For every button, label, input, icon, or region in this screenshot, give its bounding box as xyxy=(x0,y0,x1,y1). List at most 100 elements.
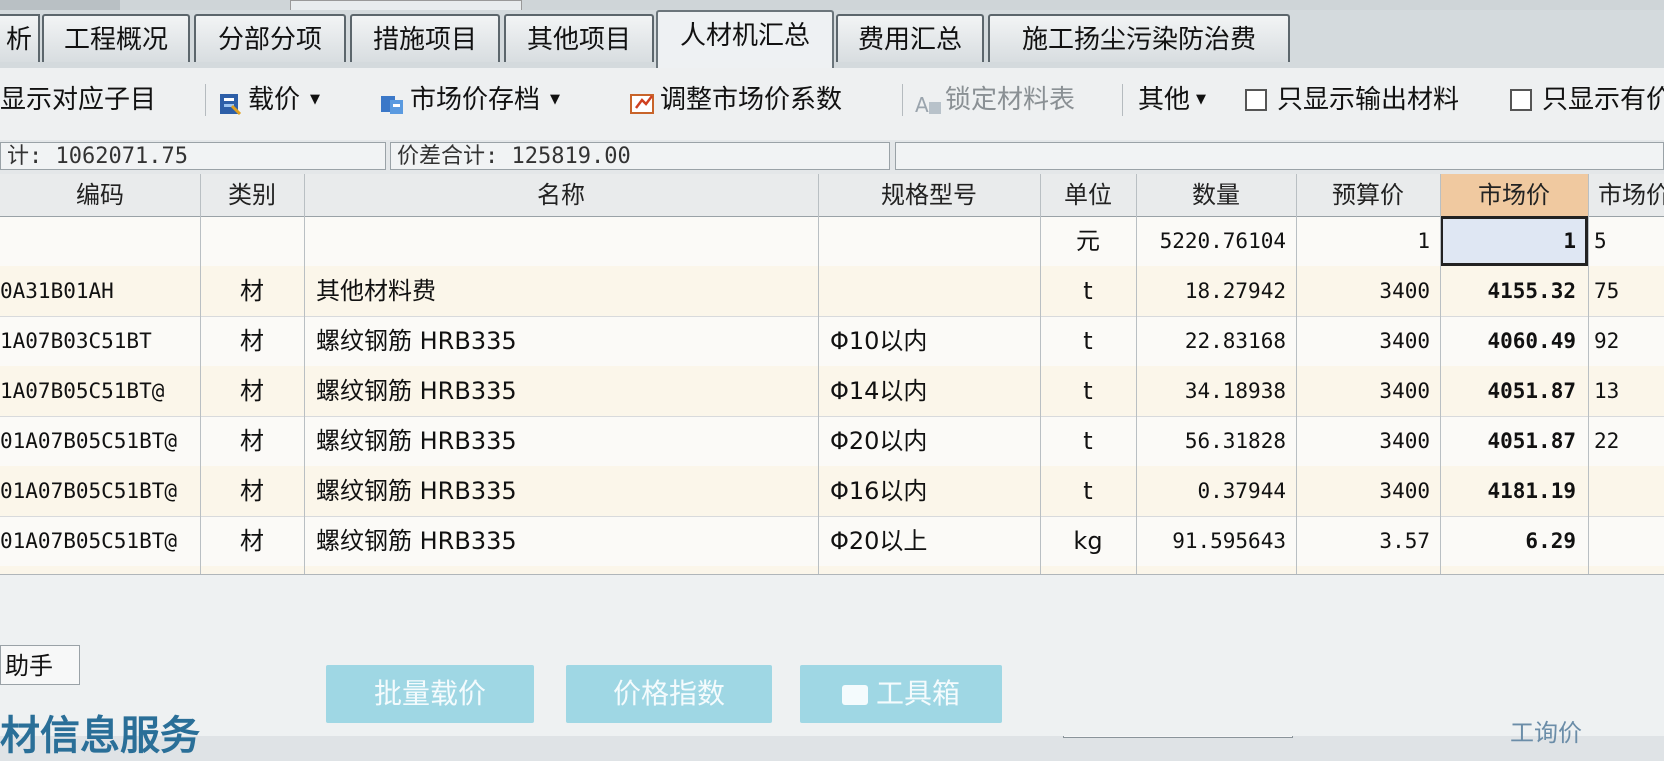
cell-type[interactable]: 材 xyxy=(200,466,304,516)
cell-type[interactable]: 材 xyxy=(200,316,304,366)
load-price-button[interactable]: 载价 ▼ xyxy=(218,80,320,120)
cell-code[interactable]: 01A07B05C51BT@ xyxy=(0,466,200,516)
cell-unit[interactable]: t xyxy=(1040,316,1136,366)
col-header-spec[interactable]: 规格型号 xyxy=(818,174,1040,216)
helper-tab[interactable]: 助手 xyxy=(0,645,80,685)
batch-load-price-button[interactable]: 批量载价 xyxy=(326,665,534,723)
col-header-type[interactable]: 类别 xyxy=(200,174,304,216)
cell-market-price[interactable]: 4060.49 xyxy=(1440,316,1588,366)
cell-unit[interactable]: 元 xyxy=(1040,216,1136,266)
cell-code[interactable]: 0A31B01AH xyxy=(0,266,200,316)
only-priced-checkbox-box[interactable] xyxy=(1510,89,1532,111)
cell-spec[interactable]: Φ16以内 xyxy=(818,466,1040,516)
tab-other-items[interactable]: 其他项目 xyxy=(504,14,654,62)
table-row[interactable]: 元 5220.76104 1 1 5 xyxy=(0,216,1664,267)
cell-budget-price[interactable]: 3400 xyxy=(1296,466,1440,516)
only-output-materials-checkbox[interactable]: 只显示输出材料 xyxy=(1245,80,1459,120)
tab-fee-summary[interactable]: 费用汇总 xyxy=(836,14,984,62)
cell-unit[interactable]: kg xyxy=(1040,516,1136,566)
toolbox-button[interactable]: 工具箱 xyxy=(800,665,1002,723)
market-price-archive-button[interactable]: 市场价存档 ▼ xyxy=(380,80,560,120)
table-row[interactable]: 01A07B05C51BT@ 材螺纹钢筋 HRB335 Φ20以内 t 56.31828… xyxy=(0,416,1664,467)
cell-name[interactable]: 螺纹钢筋 HRB335 xyxy=(304,516,818,566)
cell-name[interactable] xyxy=(304,216,818,266)
archive-dropdown-icon[interactable]: ▼ xyxy=(550,80,560,120)
cell-quantity[interactable]: 18.27942 xyxy=(1136,266,1296,316)
cell-market-price-2[interactable]: 22 xyxy=(1588,416,1664,466)
cell-name[interactable]: 螺纹钢筋 HRB335 xyxy=(304,466,818,516)
table-row[interactable]: 0A31B01AH 材其他材料费 t 18.27942 3400 4155.32 75 xyxy=(0,266,1664,317)
cell-market-price[interactable]: 1 xyxy=(1440,216,1588,266)
cell-market-price[interactable]: 4051.87 xyxy=(1440,366,1588,416)
cell-name[interactable]: 螺纹钢筋 HRB335 xyxy=(304,366,818,416)
tab-dust-pollution-fee[interactable]: 施工扬尘污染防治费 xyxy=(988,14,1290,62)
cell-budget-price[interactable]: 1 xyxy=(1296,216,1440,266)
cell-market-price[interactable]: 6.29 xyxy=(1440,516,1588,566)
adjust-coefficient-button[interactable]: 调整市场价系数 xyxy=(630,80,842,120)
tab-project-overview[interactable]: 工程概况 xyxy=(42,14,190,62)
cell-spec[interactable] xyxy=(818,216,1040,266)
inquiry-link[interactable]: 工询价 xyxy=(1510,713,1582,748)
col-header-budget-price[interactable]: 预算价 xyxy=(1296,174,1440,216)
col-header-unit[interactable]: 单位 xyxy=(1040,174,1136,216)
cell-unit[interactable]: t xyxy=(1040,466,1136,516)
tab-measures[interactable]: 措施项目 xyxy=(350,14,500,62)
table-row[interactable]: 01A07B05C51BT@ 材螺纹钢筋 HRB335 Φ20以上 kg 91.5956… xyxy=(0,516,1664,567)
cell-name[interactable]: 螺纹钢筋 HRB335 xyxy=(304,316,818,366)
lock-material-table-button[interactable]: A 锁定材料表 xyxy=(915,80,1075,120)
tab-sub-items[interactable]: 分部分项 xyxy=(194,14,346,62)
show-sub-items-button[interactable]: 显示对应子目 xyxy=(0,80,156,120)
table-row[interactable]: 01A07B05C51BT@ 材螺纹钢筋 HRB335 Φ16以内 t 0.37944 3… xyxy=(0,466,1664,517)
cell-market-price-2[interactable]: 75 xyxy=(1588,266,1664,316)
load-price-dropdown-icon[interactable]: ▼ xyxy=(310,80,320,120)
cell-name[interactable]: 其他材料费 xyxy=(304,266,818,316)
cell-type[interactable]: 材 xyxy=(200,366,304,416)
cell-code[interactable]: 1A07B05C51BT@ xyxy=(0,366,200,416)
cell-market-price-2[interactable] xyxy=(1588,466,1664,516)
col-header-quantity[interactable]: 数量 xyxy=(1136,174,1296,216)
cell-type[interactable] xyxy=(200,216,304,266)
cell-budget-price[interactable]: 3.57 xyxy=(1296,516,1440,566)
price-index-button[interactable]: 价格指数 xyxy=(566,665,772,723)
cell-quantity[interactable]: 0.37944 xyxy=(1136,466,1296,516)
cell-market-price[interactable]: 4181.19 xyxy=(1440,466,1588,516)
cell-market-price-2[interactable]: 5 xyxy=(1588,216,1664,266)
col-header-code[interactable]: 编码 xyxy=(0,174,200,216)
cell-quantity[interactable]: 91.595643 xyxy=(1136,516,1296,566)
cell-quantity[interactable]: 22.83168 xyxy=(1136,316,1296,366)
cell-type[interactable]: 材 xyxy=(200,516,304,566)
other-menu-button[interactable]: 其他 ▼ xyxy=(1138,80,1206,120)
cell-market-price[interactable]: 4051.87 xyxy=(1440,416,1588,466)
cell-budget-price[interactable]: 3400 xyxy=(1296,366,1440,416)
cell-budget-price[interactable]: 3400 xyxy=(1296,416,1440,466)
col-header-market-price-2[interactable]: 市场价 xyxy=(1588,174,1664,216)
cell-market-price[interactable]: 4155.32 xyxy=(1440,266,1588,316)
cell-name[interactable]: 螺纹钢筋 HRB335 xyxy=(304,416,818,466)
cell-unit[interactable]: t xyxy=(1040,416,1136,466)
cell-quantity[interactable]: 34.18938 xyxy=(1136,366,1296,416)
cell-spec[interactable]: Φ14以内 xyxy=(818,366,1040,416)
cell-unit[interactable]: t xyxy=(1040,366,1136,416)
only-priced-checkbox[interactable]: 只显示有价 xyxy=(1510,80,1664,120)
cell-budget-price[interactable]: 3400 xyxy=(1296,266,1440,316)
cell-spec[interactable]: Φ20以上 xyxy=(818,516,1040,566)
cell-spec[interactable]: Φ20以内 xyxy=(818,416,1040,466)
cell-code[interactable]: 1A07B03C51BT xyxy=(0,316,200,366)
cell-market-price-2[interactable] xyxy=(1588,516,1664,566)
cell-type[interactable]: 材 xyxy=(200,416,304,466)
cell-spec[interactable]: Φ10以内 xyxy=(818,316,1040,366)
tab-analysis[interactable]: 析 xyxy=(0,14,40,62)
cell-unit[interactable]: t xyxy=(1040,266,1136,316)
cell-market-price-2[interactable]: 92 xyxy=(1588,316,1664,366)
col-header-name[interactable]: 名称 xyxy=(304,174,818,216)
only-output-checkbox-box[interactable] xyxy=(1245,89,1267,111)
cell-market-price-2[interactable]: 13 xyxy=(1588,366,1664,416)
table-row[interactable]: 1A07B03C51BT 材螺纹钢筋 HRB335 Φ10以内 t 22.83168 34… xyxy=(0,316,1664,367)
cell-code[interactable] xyxy=(0,216,200,266)
cell-budget-price[interactable]: 3400 xyxy=(1296,316,1440,366)
cell-spec[interactable] xyxy=(818,266,1040,316)
cell-quantity[interactable]: 56.31828 xyxy=(1136,416,1296,466)
tab-labor-material-summary[interactable]: 人材机汇总 xyxy=(656,10,834,68)
cell-type[interactable]: 材 xyxy=(200,266,304,316)
cell-code[interactable]: 01A07B05C51BT@ xyxy=(0,516,200,566)
